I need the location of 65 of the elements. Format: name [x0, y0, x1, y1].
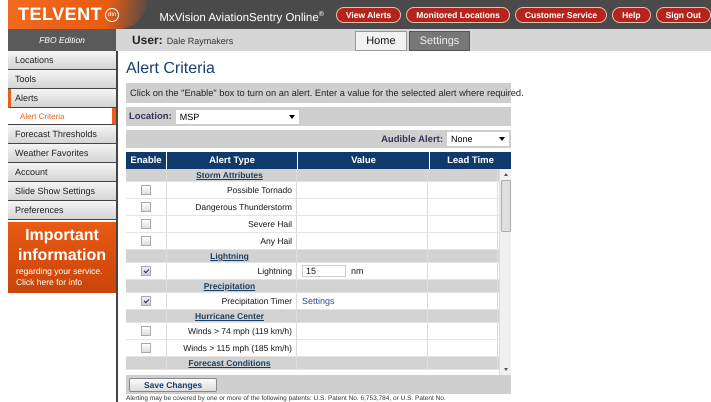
group-heading-link[interactable]: Storm Attributes	[196, 170, 263, 180]
sidebar-item[interactable]: Alerts	[8, 89, 116, 108]
scroll-thumb[interactable]	[500, 180, 510, 232]
column-header: Alert Type	[167, 152, 297, 169]
enable-checkbox[interactable]	[141, 266, 151, 276]
nav-button[interactable]: Sign Out	[656, 6, 711, 22]
nav-button[interactable]: Help	[612, 6, 651, 22]
promo-banner[interactable]: Important information regarding your service. Click here for info	[8, 222, 116, 293]
alert-type: Severe Hail	[248, 219, 292, 229]
enable-checkbox[interactable]	[141, 326, 151, 336]
scrollbar[interactable]	[499, 169, 511, 375]
promo-link[interactable]: Click here for info	[12, 277, 112, 287]
save-changes-button[interactable]: Save Changes	[129, 378, 218, 392]
scroll-down-icon[interactable]	[504, 368, 508, 371]
nav-button[interactable]: Monitored Locations	[406, 6, 510, 22]
nav-button[interactable]: Customer Service	[514, 6, 608, 22]
group-heading-link[interactable]: Hurricane Center	[195, 311, 264, 321]
enable-checkbox[interactable]	[141, 343, 151, 353]
column-header: Value	[298, 152, 429, 169]
settings-link[interactable]: Settings	[302, 296, 335, 306]
alert-type: Any Hail	[260, 236, 292, 246]
promo-heading: Important information	[17, 226, 107, 266]
edition-label: FBO Edition	[8, 29, 116, 51]
user-name: Dale Raymakers	[166, 36, 234, 46]
app-title: MxVision AviationSentry Online$^{®}$	[159, 10, 324, 24]
enable-checkbox[interactable]	[141, 185, 151, 195]
audible-alert-dropdown[interactable]: None	[446, 131, 510, 147]
instruction-text: Click on the "Enable" box to turn on an alert. Enter a value for the selected alert where required.	[130, 88, 524, 98]
alert-type: Winds > 74 mph (119 km/h)	[188, 326, 292, 336]
group-heading-link[interactable]: Lightning	[210, 251, 249, 261]
logo-text: TELVENT	[18, 4, 102, 25]
caret-icon	[499, 137, 505, 141]
sidebar-item[interactable]: Weather Favorites	[8, 144, 116, 163]
tab[interactable]: Home	[355, 31, 407, 51]
alert-type: Winds > 115 mph (185 km/h)	[183, 343, 292, 353]
sidebar-item[interactable]: Account	[8, 163, 116, 182]
sidebar-item[interactable]: Forecast Thresholds	[8, 125, 116, 144]
enable-checkbox[interactable]	[141, 219, 151, 229]
user-label: User:	[132, 33, 163, 47]
enable-checkbox[interactable]	[141, 296, 151, 306]
promo-text: regarding your service.	[15, 266, 104, 276]
sidebar-item[interactable]: Tools	[8, 70, 116, 89]
column-header: Enable	[126, 152, 166, 169]
sidebar-item[interactable]: Preferences	[8, 201, 116, 220]
enable-checkbox[interactable]	[141, 202, 151, 212]
sidebar-item[interactable]: Locations	[8, 51, 116, 70]
audible-alert-label: Audible Alert:	[381, 134, 443, 144]
unit-label: nm	[351, 266, 364, 276]
alert-type: Possible Tornado	[226, 185, 292, 195]
group-heading-link[interactable]: Forecast Conditions	[188, 358, 271, 368]
location-label: Location:	[129, 111, 172, 122]
alert-type: Lightning	[257, 266, 292, 276]
location-dropdown[interactable]: MSP	[174, 108, 300, 124]
sidebar-item[interactable]: Slide Show Settings	[8, 182, 116, 201]
caret-icon	[288, 114, 295, 118]
nav-button[interactable]: View Alerts	[336, 6, 402, 22]
alert-type: Precipitation Timer	[222, 296, 292, 306]
alert-type: Dangerous Thunderstorm	[195, 202, 292, 212]
enable-checkbox[interactable]	[141, 236, 151, 246]
column-header: Lead Time	[430, 152, 511, 169]
tab[interactable]: Settings	[408, 31, 470, 51]
group-heading-link[interactable]: Precipitation	[204, 281, 256, 291]
page-title: Alert Criteria	[126, 60, 216, 78]
value-input[interactable]: 15	[302, 265, 346, 277]
scroll-up-icon[interactable]	[504, 173, 508, 176]
